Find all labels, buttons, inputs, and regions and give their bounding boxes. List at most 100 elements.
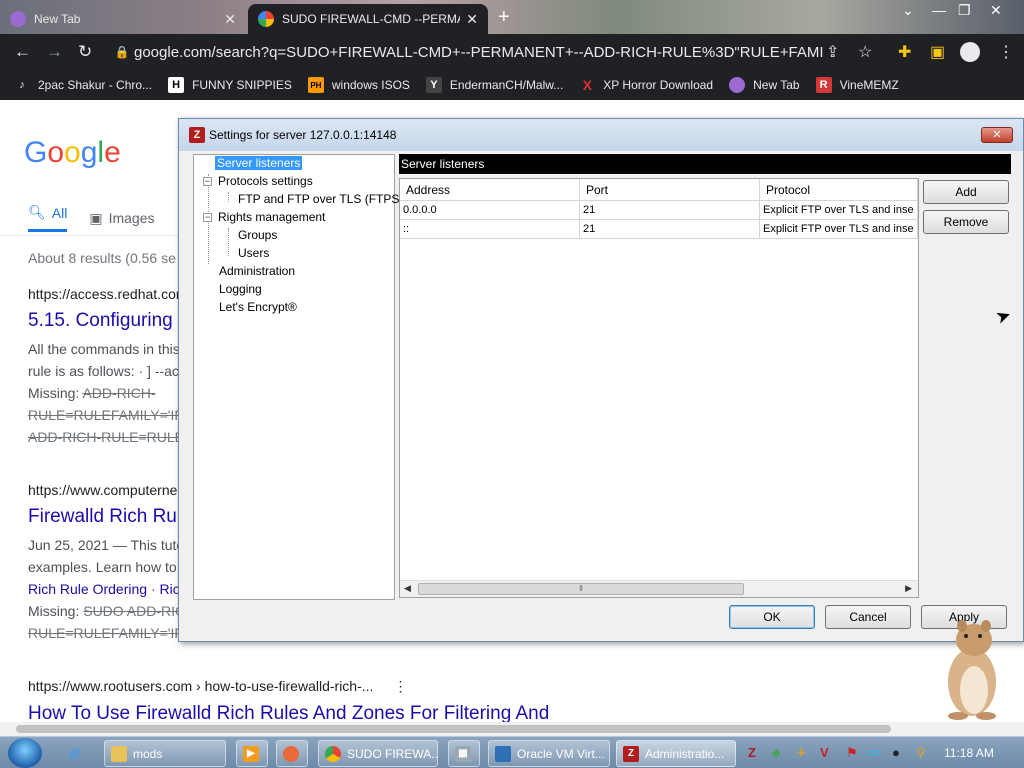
- google-logo[interactable]: Google: [24, 136, 121, 170]
- sitelink[interactable]: Ric: [160, 581, 180, 597]
- tree-item-logging[interactable]: Logging: [219, 282, 262, 296]
- close-dialog-button[interactable]: ✕: [981, 127, 1013, 143]
- side-panel-icon[interactable]: ▣: [930, 42, 945, 62]
- settings-panel: Server listeners Address Port Protocol 0…: [399, 154, 1011, 600]
- restore-icon[interactable]: ❐: [958, 2, 971, 19]
- tree-item-server-listeners[interactable]: Server listeners: [200, 156, 303, 170]
- minimize-icon[interactable]: —: [932, 2, 946, 18]
- cancel-button[interactable]: Cancel: [825, 605, 911, 629]
- forward-arrow-icon[interactable]: →: [46, 42, 63, 62]
- result-title-link[interactable]: Firewalld Rich Ru: [28, 506, 185, 528]
- taskbar-item-virtualbox[interactable]: Oracle VM Virt...: [488, 740, 610, 767]
- ok-button[interactable]: OK: [729, 605, 815, 629]
- table-row[interactable]: 0.0.0.0 21 Explicit FTP over TLS and ins…: [400, 201, 918, 220]
- close-window-icon[interactable]: ✕: [990, 2, 1002, 19]
- scroll-left-icon[interactable]: ◀: [404, 583, 411, 594]
- display-tray-icon[interactable]: ▭: [868, 745, 880, 761]
- app-icon[interactable]: [276, 740, 308, 767]
- taskbar-item-chrome[interactable]: SUDO FIREWA...: [318, 740, 438, 767]
- add-button[interactable]: Add: [923, 180, 1009, 204]
- bookmark-item[interactable]: Y EndermanCH/Malw...: [425, 77, 563, 93]
- bookmark-item[interactable]: New Tab: [729, 77, 800, 93]
- result-title-link[interactable]: 5.15. Configuring: [28, 310, 184, 332]
- taskbar-item-mods[interactable]: mods: [104, 740, 226, 767]
- horizontal-scrollbar[interactable]: ◀ ⦀ ▶: [400, 580, 918, 597]
- bookmark-item[interactable]: ♪ 2pac Shakur - Chro...: [14, 77, 152, 93]
- profile-avatar-icon[interactable]: [960, 42, 980, 62]
- url-text[interactable]: google.com/search?q=SUDO+FIREWALL-CMD+--…: [134, 44, 824, 61]
- bookmark-item[interactable]: PH windows ISOS: [307, 77, 410, 93]
- settings-tree: Server listeners − Protocols settings FT…: [193, 154, 403, 600]
- cell-port[interactable]: 21: [580, 201, 760, 219]
- music-icon: ♪: [19, 79, 25, 91]
- result-url[interactable]: https://access.redhat.cor: [28, 286, 184, 302]
- sitelink[interactable]: Rich Rule Ordering: [28, 581, 147, 597]
- internet-explorer-icon[interactable]: ℯ: [70, 743, 81, 764]
- column-header-port[interactable]: Port: [580, 179, 760, 200]
- tree-item-lets-encrypt[interactable]: Let's Encrypt®: [219, 300, 297, 314]
- menu-kebab-icon[interactable]: ⋮: [998, 42, 1014, 62]
- settings-dialog: Z Settings for server 127.0.0.1:14148 ✕ …: [178, 118, 1024, 642]
- scrollbar-thumb[interactable]: ⦀: [418, 583, 744, 595]
- taskbar-item-filezilla-admin[interactable]: Z Administratio...: [616, 740, 736, 767]
- tree-item-groups[interactable]: Groups: [238, 228, 277, 242]
- search-tray-icon[interactable]: ⚲: [916, 745, 926, 761]
- network-tray-icon[interactable]: ♣: [772, 745, 781, 760]
- clock[interactable]: 11:18 AM: [944, 746, 994, 760]
- filezilla-icon: Z: [189, 127, 205, 143]
- tree-item-ftp-ftps[interactable]: FTP and FTP over TLS (FTPS): [238, 192, 403, 206]
- tab-title: New Tab: [34, 12, 81, 26]
- close-tab-icon[interactable]: ✕: [466, 11, 478, 28]
- filezilla-tray-icon[interactable]: Z: [748, 745, 756, 760]
- address-bar[interactable]: 🔒 google.com/search?q=SUDO+FIREWALL-CMD+…: [110, 39, 880, 65]
- scroll-right-icon[interactable]: ▶: [905, 583, 912, 594]
- cell-protocol[interactable]: Explicit FTP over TLS and inse: [760, 220, 918, 238]
- start-button[interactable]: [8, 738, 42, 768]
- share-icon[interactable]: ⇪: [826, 42, 839, 62]
- tree-item-administration[interactable]: Administration: [219, 264, 295, 278]
- browser-tab-new-tab[interactable]: New Tab ✕: [0, 4, 246, 34]
- column-header-protocol[interactable]: Protocol: [760, 179, 918, 200]
- tab-images[interactable]: ▣ Images: [89, 204, 154, 232]
- flag-tray-icon[interactable]: ⚑: [846, 745, 858, 761]
- result-url[interactable]: https://www.rootusers.com › how-to-use-f…: [28, 678, 549, 695]
- cell-address[interactable]: 0.0.0.0: [400, 201, 580, 219]
- tree-item-protocols-settings[interactable]: − Protocols settings: [203, 174, 313, 188]
- result-url[interactable]: https://www.computerne: [28, 482, 185, 498]
- browser-tab-search[interactable]: SUDO FIREWALL-CMD --PERMANENT ✕: [248, 4, 488, 34]
- tree-item-rights-management[interactable]: − Rights management: [203, 210, 325, 224]
- chevron-down-icon[interactable]: ⌄: [902, 2, 914, 19]
- page-horizontal-scrollbar[interactable]: [0, 722, 1024, 736]
- bookmark-star-icon[interactable]: ☆: [858, 42, 872, 62]
- calculator-icon[interactable]: ▦: [448, 740, 480, 767]
- reload-icon[interactable]: ↻: [78, 42, 92, 62]
- collapse-icon[interactable]: −: [203, 212, 212, 222]
- bookmark-item[interactable]: R VineMEMZ: [815, 77, 899, 93]
- tree-item-users[interactable]: Users: [238, 246, 269, 260]
- lock-icon[interactable]: 🔒: [110, 45, 134, 59]
- bookmark-item[interactable]: X XP Horror Download: [579, 77, 714, 93]
- new-tab-plus-icon[interactable]: +: [498, 6, 510, 29]
- more-options-icon[interactable]: ⋮: [393, 678, 407, 694]
- chrome-icon: [325, 745, 341, 762]
- v-tray-icon[interactable]: V: [820, 745, 829, 760]
- table-row[interactable]: :: 21 Explicit FTP over TLS and inse: [400, 220, 918, 239]
- cell-port[interactable]: 21: [580, 220, 760, 238]
- cell-address[interactable]: ::: [400, 220, 580, 238]
- tab-all[interactable]: 🔍︎ All: [28, 204, 68, 232]
- collapse-icon[interactable]: −: [203, 176, 212, 186]
- panel-title: Server listeners: [399, 154, 1011, 174]
- obs-tray-icon[interactable]: ●: [892, 745, 900, 760]
- column-header-address[interactable]: Address: [400, 179, 580, 200]
- back-arrow-icon[interactable]: ←: [14, 42, 31, 62]
- extensions-puzzle-icon[interactable]: ✚: [898, 42, 911, 62]
- remove-button[interactable]: Remove: [923, 210, 1009, 234]
- cell-protocol[interactable]: Explicit FTP over TLS and inse: [760, 201, 918, 219]
- media-player-icon[interactable]: ▶: [236, 740, 268, 767]
- bookmark-item[interactable]: H FUNNY SNIPPIES: [168, 77, 292, 93]
- dialog-titlebar[interactable]: Z Settings for server 127.0.0.1:14148: [179, 119, 1023, 151]
- scrollbar-thumb[interactable]: [16, 725, 891, 733]
- close-tab-icon[interactable]: ✕: [224, 11, 236, 28]
- app-tray-icon[interactable]: ✈: [796, 745, 807, 761]
- globe-icon: [729, 77, 746, 93]
